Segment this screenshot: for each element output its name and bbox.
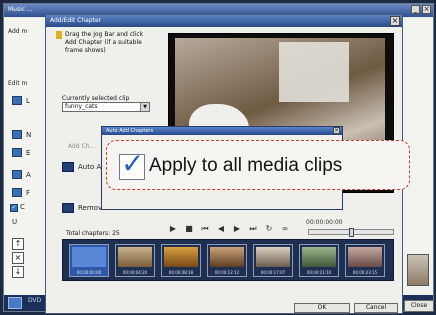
media-icon[interactable] — [12, 170, 22, 179]
total-label: Total chapters: — [66, 230, 111, 237]
chapter-thumbnail[interactable]: 00:00:04:20 — [115, 244, 155, 277]
media-thumbnail[interactable] — [407, 254, 429, 286]
clip-select[interactable]: funny_cats ▼ — [62, 102, 150, 112]
chevron-down-icon[interactable]: ▼ — [140, 103, 149, 111]
chapter-time: 00:00:17:07 — [260, 270, 286, 275]
clip-value: funny_cats — [65, 103, 98, 110]
checkmark-icon: ✓ — [121, 147, 145, 180]
close-window-button[interactable]: × — [422, 5, 431, 14]
remove-icon[interactable] — [62, 203, 74, 213]
apply-all-callout: ✓ Apply to all media clips — [106, 140, 410, 190]
media-icon[interactable] — [12, 188, 22, 197]
timecode-display: 00:00:00:00 — [306, 219, 343, 226]
up-arrow-icon[interactable]: ↑ — [12, 238, 24, 250]
option-u-label: U — [12, 218, 18, 226]
stop-icon[interactable]: ■ — [184, 224, 194, 234]
left-item-n: N — [26, 131, 32, 139]
step-forward-icon[interactable]: ▶ — [232, 224, 242, 234]
dialog-title: Add/Edit Chapter — [50, 17, 102, 24]
hint-icon — [56, 31, 62, 39]
left-item-a: A — [26, 171, 31, 179]
chapter-thumbnail[interactable]: 00:00:00:00 — [69, 244, 109, 277]
chapter-thumbnail[interactable]: 00:00:21:10 — [299, 244, 339, 277]
media-icon[interactable] — [12, 96, 22, 105]
taskbar-label: DVD — [28, 297, 42, 304]
minimize-button[interactable]: _ — [411, 5, 420, 14]
edit-media-label: Edit m — [8, 80, 28, 87]
add-media-label: Add m — [8, 28, 28, 35]
total-chapters: Total chapters: 25 — [66, 230, 120, 237]
step-back-icon[interactable]: ◀ — [216, 224, 226, 234]
chapter-time: 00:00:12:12 — [214, 270, 240, 275]
apply-all-label[interactable]: Apply to all media clips — [149, 155, 342, 177]
close-icon[interactable]: × — [12, 252, 24, 264]
chapter-time: 00:00:23:15 — [352, 270, 378, 275]
cancel-button[interactable]: Cancel — [354, 303, 398, 313]
auto-add-icon[interactable] — [62, 162, 74, 172]
close-button[interactable]: Close — [404, 300, 434, 312]
chapter-time: 00:00:04:20 — [122, 270, 148, 275]
chapter-thumbnail[interactable]: 00:00:23:15 — [345, 244, 385, 277]
chapter-time: 00:00:08:18 — [168, 270, 194, 275]
chapter-thumbnail[interactable]: 00:00:08:18 — [161, 244, 201, 277]
playback-controls: ▶ ■ ⏮ ◀ ▶ ⏭ ↻ ∞ — [168, 223, 290, 235]
repeat-icon[interactable]: ↻ — [264, 224, 274, 234]
chapter-filmstrip: 00:00:00:00 00:00:04:20 00:00:08:18 00:0… — [62, 239, 394, 281]
loop-icon[interactable]: ∞ — [280, 224, 290, 234]
down-arrow-icon[interactable]: ↓ — [12, 266, 24, 278]
auto-dialog-title: Auto Add Chapters — [106, 128, 154, 134]
window-buttons: _ × — [411, 5, 431, 14]
add-chapter-label[interactable]: Add Ch... — [68, 143, 95, 150]
preview-window-area — [279, 42, 349, 102]
option-c-label: C — [20, 203, 25, 211]
left-item-l: L — [26, 97, 30, 105]
media-icon[interactable] — [12, 130, 22, 139]
left-item-f: F — [26, 189, 31, 197]
total-value: 25 — [112, 230, 120, 237]
close-icon[interactable]: × — [390, 16, 400, 26]
jog-handle[interactable] — [349, 228, 354, 237]
chapter-time: 00:00:00:00 — [76, 270, 102, 275]
clip-label: Currently selected clip — [62, 95, 130, 102]
instruction-text: Drag the Jog Bar and click Add Chapter (… — [65, 31, 144, 54]
media-icon[interactable] — [12, 148, 22, 157]
dialog-title-bar: Add/Edit Chapter × — [46, 15, 402, 27]
auto-dialog-title-bar: Auto Add Chapters × — [102, 127, 342, 135]
play-icon[interactable]: ▶ — [168, 224, 178, 234]
jog-bar[interactable] — [308, 228, 394, 237]
go-end-icon[interactable]: ⏭ — [248, 224, 258, 234]
chapter-thumbnail[interactable]: 00:00:17:07 — [253, 244, 293, 277]
apply-all-checkbox[interactable]: ✓ — [119, 149, 145, 180]
chapter-time: 00:00:21:10 — [306, 270, 332, 275]
chapter-thumbnail[interactable]: 00:00:12:12 — [207, 244, 247, 277]
option-c-checkbox[interactable]: ✓ — [10, 204, 18, 212]
go-start-icon[interactable]: ⏮ — [200, 224, 210, 234]
ok-button[interactable]: OK — [294, 303, 350, 313]
close-icon[interactable]: × — [333, 127, 340, 134]
start-icon[interactable] — [8, 297, 22, 309]
app-title: Music ... — [8, 6, 33, 13]
left-item-e: E — [26, 149, 31, 157]
